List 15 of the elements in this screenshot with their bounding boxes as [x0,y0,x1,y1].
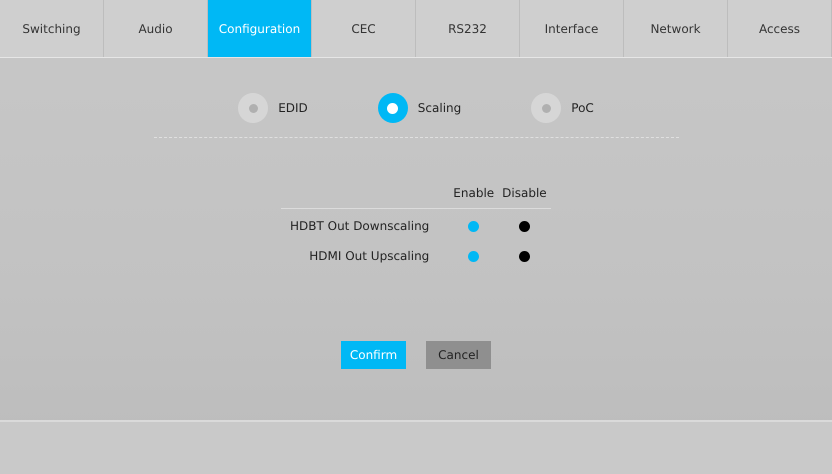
cancel-button[interactable]: Cancel [426,341,491,369]
radio-icon[interactable] [531,93,562,123]
row-label: HDBT Out Downscaling [290,219,430,233]
radio-dot[interactable] [468,251,480,262]
mode-option[interactable]: Scaling [378,93,462,123]
row-label: HDMI Out Upscaling [309,249,430,263]
mode-option[interactable]: PoC [531,93,594,123]
radio-icon[interactable] [378,93,408,123]
radio-dot[interactable] [468,221,480,232]
column-header: Enable [449,186,498,208]
mode-option[interactable]: EDID [238,93,308,123]
radio-dot[interactable] [518,251,530,262]
column-header: Disable [498,186,551,208]
radio-dot[interactable] [518,221,530,232]
radio-icon[interactable] [238,93,268,123]
